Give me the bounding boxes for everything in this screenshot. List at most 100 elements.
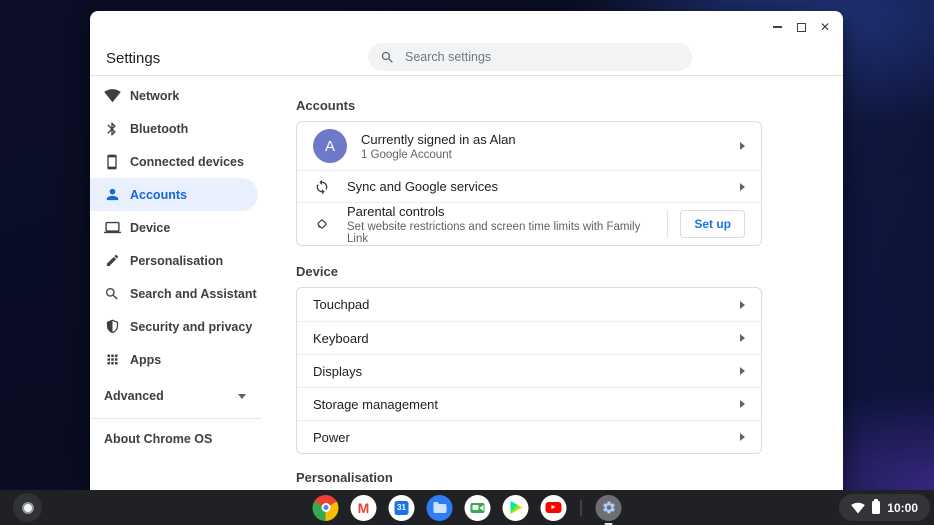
sidebar-item-personalisation[interactable]: Personalisation — [90, 244, 258, 277]
shield-icon — [103, 318, 121, 336]
launcher-button[interactable] — [13, 493, 42, 522]
window-controls: ✕ — [769, 19, 833, 35]
youtube-icon — [540, 494, 567, 521]
shelf-app-files[interactable] — [426, 494, 453, 521]
clock: 10:00 — [887, 500, 918, 515]
sidebar-item-label: Network — [130, 88, 180, 103]
apps-grid-icon — [103, 351, 121, 369]
advanced-label: Advanced — [104, 389, 164, 403]
minimize-button[interactable] — [769, 19, 785, 35]
storage-management-label: Storage management — [313, 396, 439, 412]
sidebar-item-label: Security and privacy — [130, 319, 253, 334]
signed-in-subtitle: 1 Google Account — [361, 148, 452, 161]
sidebar-item-connected-devices[interactable]: Connected devices — [90, 145, 258, 178]
shelf-app-calendar[interactable]: 31 — [388, 494, 415, 521]
maximize-icon — [796, 22, 806, 32]
sidebar-item-apps[interactable]: Apps — [90, 343, 258, 376]
sidebar-item-label: Search and Assistant — [130, 286, 257, 301]
chrome-icon — [312, 494, 339, 521]
chevron-right-icon — [740, 142, 745, 150]
page-title: Settings — [106, 50, 161, 67]
parental-subtitle: Set website restrictions and screen time… — [347, 220, 641, 245]
smartphone-icon — [103, 153, 121, 171]
keyboard-label: Keyboard — [313, 330, 369, 346]
shelf-app-play-store[interactable] — [502, 494, 529, 521]
shelf-app-meet[interactable] — [464, 494, 491, 521]
sidebar-item-network[interactable]: Network — [90, 79, 258, 112]
personalisation-section-heading: Personalisation — [296, 470, 393, 485]
search-icon — [103, 285, 121, 303]
sidebar-advanced-toggle[interactable]: Advanced — [90, 380, 280, 412]
signed-in-title: Currently signed in as Alan — [361, 131, 516, 147]
shelf-app-youtube[interactable] — [540, 494, 567, 521]
settings-content: Accounts A Currently signed in as Alan 1… — [296, 76, 762, 490]
sync-icon — [313, 178, 331, 196]
parental-title: Parental controls — [347, 203, 445, 219]
maximize-button[interactable] — [793, 19, 809, 35]
set-up-button[interactable]: Set up — [680, 210, 745, 238]
accounts-card: A Currently signed in as Alan 1 Google A… — [296, 121, 762, 246]
storage-management-row[interactable]: Storage management — [297, 387, 761, 420]
displays-label: Displays — [313, 363, 363, 379]
sidebar-item-search-assistant[interactable]: Search and Assistant — [90, 277, 258, 310]
caret-down-icon — [238, 393, 246, 399]
sidebar-item-bluetooth[interactable]: Bluetooth — [90, 112, 258, 145]
signed-in-row[interactable]: A Currently signed in as Alan 1 Google A… — [297, 122, 761, 170]
displays-row[interactable]: Displays — [297, 354, 761, 387]
close-button[interactable]: ✕ — [817, 19, 833, 35]
keyboard-row[interactable]: Keyboard — [297, 321, 761, 354]
laptop-icon — [103, 219, 121, 237]
wifi-icon — [851, 501, 866, 515]
pen-icon — [103, 252, 121, 270]
settings-gear-icon — [595, 494, 622, 521]
power-label: Power — [313, 429, 350, 445]
search-icon — [380, 50, 395, 65]
shelf: M 31 10:00 — [0, 490, 934, 525]
calendar-icon: 31 — [388, 494, 415, 521]
touchpad-row[interactable]: Touchpad — [297, 288, 761, 321]
shelf-app-chrome[interactable] — [312, 494, 339, 521]
shelf-app-gmail[interactable]: M — [350, 494, 377, 521]
avatar: A — [313, 129, 347, 163]
chevron-right-icon — [740, 400, 745, 408]
sidebar-item-about-chrome-os[interactable]: About Chrome OS — [90, 419, 280, 459]
status-tray[interactable]: 10:00 — [839, 494, 930, 521]
shelf-apps: M 31 — [312, 490, 622, 525]
chevron-right-icon — [740, 367, 745, 375]
sidebar-item-label: Personalisation — [130, 253, 224, 268]
chevron-right-icon — [740, 182, 745, 191]
play-store-icon — [502, 494, 529, 521]
wifi-icon — [103, 87, 121, 105]
chevron-right-icon — [740, 433, 745, 441]
device-card: Touchpad Keyboard Displays Storage manag… — [296, 287, 762, 454]
active-app-indicator — [604, 522, 613, 525]
sidebar-item-label: Connected devices — [130, 154, 244, 169]
close-icon: ✕ — [819, 20, 831, 34]
search-input[interactable] — [405, 50, 680, 64]
signed-in-text: Currently signed in as Alan 1 Google Acc… — [361, 132, 740, 161]
parental-controls-row: Parental controls Set website restrictio… — [297, 202, 761, 245]
accounts-section-heading: Accounts — [296, 98, 356, 113]
battery-icon — [872, 499, 881, 514]
meet-icon — [464, 494, 491, 521]
sidebar-item-label: Device — [130, 220, 171, 235]
settings-search-bar[interactable] — [368, 43, 692, 71]
touchpad-label: Touchpad — [313, 297, 370, 312]
bluetooth-icon — [103, 120, 121, 138]
sync-row[interactable]: Sync and Google services — [297, 170, 761, 202]
device-section-heading: Device — [296, 264, 338, 279]
family-link-icon — [313, 215, 331, 233]
shelf-divider — [580, 499, 582, 516]
gmail-icon: M — [350, 494, 377, 521]
sidebar-item-device[interactable]: Device — [90, 211, 258, 244]
sidebar-item-label: Apps — [130, 352, 162, 367]
sidebar-item-accounts[interactable]: Accounts — [90, 178, 258, 211]
chevron-right-icon — [740, 334, 745, 342]
shelf-app-settings[interactable] — [595, 494, 622, 525]
power-row[interactable]: Power — [297, 420, 761, 453]
sidebar-item-label: Bluetooth — [130, 121, 189, 136]
settings-window: ✕ Settings Network Bluetooth — [90, 11, 843, 490]
row-divider — [667, 210, 669, 238]
sidebar-item-security-privacy[interactable]: Security and privacy — [90, 310, 258, 343]
about-label: About Chrome OS — [104, 432, 213, 446]
